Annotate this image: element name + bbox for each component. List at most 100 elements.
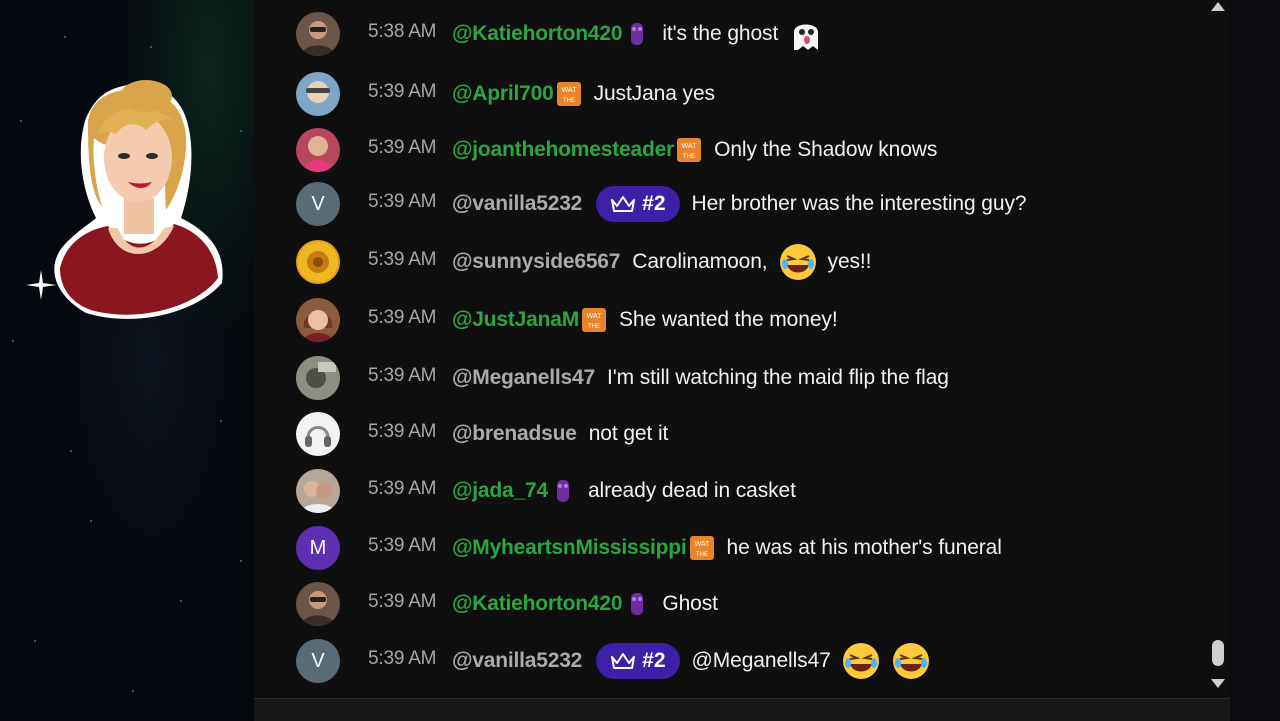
user-avatar[interactable]	[296, 469, 340, 513]
message-text: She wanted the money!	[619, 308, 838, 331]
message-timestamp: 5:39 AM	[368, 478, 437, 499]
avatar-photo-icon	[300, 591, 336, 626]
author-name[interactable]: @April700	[452, 82, 554, 106]
message-text: already dead in casket	[587, 479, 796, 502]
chat-message: M 5:39 AM @MyheartsnMississippi WAT THE h…	[254, 522, 1194, 574]
message-text: it's the ghost	[662, 22, 779, 45]
message-text: Only the Shadow knows	[714, 138, 938, 161]
avatar-photo-icon	[302, 310, 334, 342]
message-timestamp: 5:39 AM	[368, 535, 437, 556]
chat-message: 5:39 AM @joanthehomesteader WAT THE Only …	[254, 124, 1194, 176]
avatar-photo-icon	[306, 81, 330, 103]
avatar-sunflower-icon	[298, 242, 338, 282]
author-name[interactable]: @Meganells47	[452, 366, 595, 390]
svg-text:THE: THE	[588, 324, 600, 330]
message-text: he was at his mother's funeral	[726, 536, 1002, 559]
message-text: Her brother was the interesting guy?	[691, 192, 1027, 215]
chat-message: 5:39 AM @April700 WAT THE JustJana yes	[254, 68, 1194, 120]
chat-message: V 5:39 AM @vanilla5232 #2 Her brother wa…	[254, 178, 1194, 230]
laughing-emoji-icon	[842, 643, 879, 679]
ghost-emoji-icon	[794, 24, 819, 50]
author-name[interactable]: @Katiehorton420	[452, 592, 623, 616]
author-name[interactable]: @joanthehomesteader	[452, 138, 674, 162]
crown-icon	[611, 653, 636, 669]
wat-member-badge-icon: WAT THE	[677, 138, 702, 162]
crown-icon	[611, 196, 636, 212]
message-timestamp: 5:38 AM	[368, 21, 437, 42]
avatar-photo-icon	[302, 136, 334, 172]
user-avatar[interactable]	[296, 240, 340, 284]
chat-message: 5:38 AM @Katiehorton420 it's the ghost	[254, 8, 1194, 60]
wat-member-badge-icon: WAT THE	[582, 308, 607, 332]
user-avatar[interactable]	[296, 582, 340, 626]
avatar-photo-icon	[296, 356, 340, 400]
leaderboard-rank-badge: #2	[596, 643, 680, 679]
wat-member-badge-icon: WAT THE	[689, 536, 714, 560]
author-name[interactable]: @MyheartsnMississippi	[452, 536, 687, 560]
user-avatar[interactable]: V	[296, 639, 340, 683]
message-text: not get it	[588, 422, 669, 445]
scroll-down-arrow-icon[interactable]	[1210, 678, 1226, 690]
svg-text:WAT: WAT	[682, 143, 697, 150]
purple-member-badge-icon	[631, 23, 644, 45]
user-avatar[interactable]	[296, 12, 340, 56]
message-timestamp: 5:39 AM	[368, 191, 437, 212]
message-text: @Meganells47	[691, 649, 831, 672]
message-timestamp: 5:39 AM	[368, 81, 437, 102]
author-name[interactable]: @sunnyside6567	[452, 250, 620, 274]
laughing-emoji-icon	[779, 244, 816, 280]
author-name[interactable]: @jada_74	[452, 479, 548, 503]
author-name[interactable]: @vanilla5232	[452, 649, 582, 673]
user-avatar[interactable]: V	[296, 182, 340, 226]
live-chat-panel: 5:38 AM @Katiehorton420 it's the ghost 5…	[254, 0, 1230, 698]
purple-member-badge-icon	[556, 480, 569, 502]
svg-text:THE: THE	[696, 552, 708, 558]
leaderboard-rank-badge: #2	[596, 186, 680, 222]
scroll-up-arrow-icon[interactable]	[1210, 0, 1226, 12]
user-avatar[interactable]	[296, 128, 340, 172]
message-text: Ghost	[662, 592, 718, 615]
message-timestamp: 5:39 AM	[368, 137, 437, 158]
chat-message: 5:39 AM @sunnyside6567 Carolinamoon, yes…	[254, 236, 1194, 288]
author-name[interactable]: @vanilla5232	[452, 192, 582, 216]
avatar-photo-icon	[300, 21, 336, 56]
svg-text:WAT: WAT	[694, 541, 709, 548]
user-avatar[interactable]: M	[296, 526, 340, 570]
chat-message: 5:39 AM @JustJanaM WAT THE She wanted the…	[254, 294, 1194, 346]
user-avatar[interactable]	[296, 72, 340, 116]
user-avatar[interactable]	[296, 356, 340, 400]
rank-number: #2	[642, 649, 666, 672]
message-timestamp: 5:39 AM	[368, 249, 437, 270]
author-name[interactable]: @Katiehorton420	[452, 22, 623, 46]
rank-number: #2	[642, 192, 666, 215]
svg-text:THE: THE	[683, 154, 695, 160]
purple-member-badge-icon	[631, 593, 644, 615]
message-timestamp: 5:39 AM	[368, 307, 437, 328]
user-avatar[interactable]	[296, 298, 340, 342]
message-timestamp: 5:39 AM	[368, 421, 437, 442]
user-avatar[interactable]	[296, 412, 340, 456]
avatar-letter: M	[309, 536, 327, 559]
svg-text:THE: THE	[563, 98, 575, 104]
chat-input-area	[254, 698, 1230, 721]
avatar-letter: V	[311, 192, 325, 215]
svg-text:WAT: WAT	[561, 87, 576, 94]
chat-message: 5:39 AM @Meganells47 I'm still watching …	[254, 352, 1194, 404]
avatar-headphones-icon	[305, 426, 331, 447]
streamer-overlay-panel	[0, 0, 254, 720]
message-timestamp: 5:39 AM	[368, 365, 437, 386]
laughing-emoji-icon	[892, 643, 929, 679]
chat-message: V 5:39 AM @vanilla5232 #2 @Meganells47	[254, 635, 1194, 687]
scrollbar-thumb[interactable]	[1212, 640, 1224, 666]
chat-message: 5:39 AM @jada_74 already dead in casket	[254, 465, 1194, 517]
avatar-letter: V	[311, 649, 325, 672]
message-text: I'm still watching the maid flip the fla…	[606, 366, 949, 389]
author-name[interactable]: @JustJanaM	[452, 308, 579, 332]
right-background-strip	[1230, 0, 1280, 720]
message-text: JustJana yes	[593, 82, 715, 105]
wat-member-badge-icon: WAT THE	[556, 82, 581, 106]
chat-message: 5:39 AM @brenadsue not get it	[254, 408, 1194, 460]
message-timestamp: 5:39 AM	[368, 648, 437, 669]
author-name[interactable]: @brenadsue	[452, 422, 577, 446]
message-text: Carolinamoon,	[632, 250, 768, 273]
